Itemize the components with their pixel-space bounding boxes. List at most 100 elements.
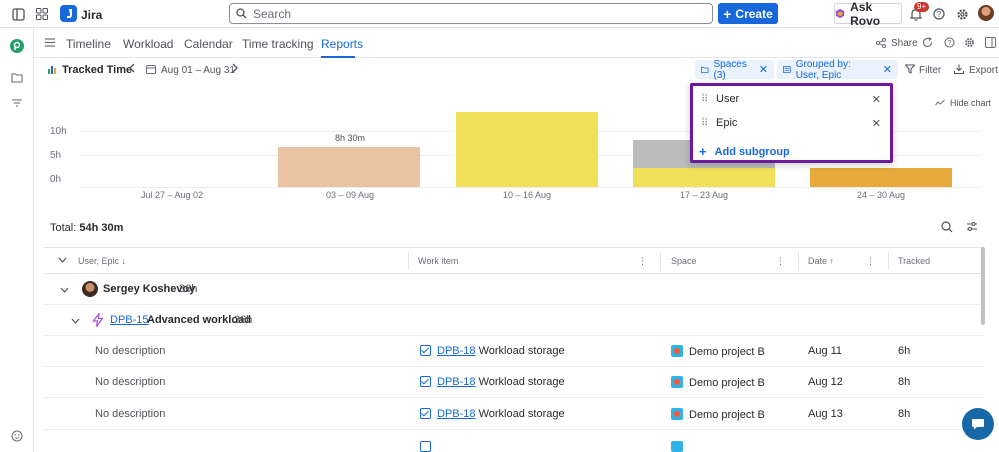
work-item-key[interactable]: DPB-18 (437, 408, 476, 420)
filter-button[interactable]: Filter (919, 65, 941, 76)
gear-icon[interactable] (964, 37, 975, 48)
active-tab-indicator (321, 56, 355, 58)
more-options-icon[interactable]: ⋮ (638, 256, 647, 267)
epic-key-link[interactable]: DPB-15 (110, 314, 149, 326)
work-item-cell: DPB-18 Workload storage (420, 345, 565, 357)
drag-handle-icon[interactable]: ⠿ (701, 94, 716, 105)
bar-data-label: 8h 30m (334, 133, 366, 143)
sidebar-toggle-icon[interactable] (8, 4, 28, 24)
total-value: 54h 30m (79, 222, 124, 234)
date-range[interactable]: Aug 01 – Aug 31 (161, 65, 235, 76)
jira-logo-icon[interactable] (60, 5, 77, 22)
user-group-row[interactable]: Sergey Koshevoy 36h (44, 274, 984, 305)
hide-chart-button[interactable]: Hide chart (950, 98, 991, 108)
work-item-cell: DPB-18 Workload storage (420, 376, 565, 388)
table-row[interactable]: No description DPB-18 Workload storage D… (44, 399, 984, 430)
drag-handle-icon[interactable]: ⠿ (701, 118, 716, 129)
settings-gear-icon[interactable] (952, 4, 972, 24)
chevron-down-icon[interactable] (71, 318, 80, 324)
column-header-date[interactable]: Date ↑ (808, 256, 834, 266)
close-icon[interactable]: ✕ (872, 117, 881, 130)
settings-sliders-icon[interactable] (966, 221, 978, 233)
chevron-down-icon[interactable] (60, 287, 69, 293)
task-checkbox-icon (420, 408, 431, 419)
plus-icon: + (723, 5, 732, 22)
date-cell: Aug 13 (808, 408, 843, 420)
refresh-icon[interactable] (922, 37, 933, 48)
search-input[interactable]: Search (229, 3, 713, 24)
space-name: Demo project B (689, 409, 765, 421)
column-divider[interactable] (660, 252, 661, 270)
app-name[interactable]: Jira (81, 8, 102, 22)
tab-timeline[interactable]: Timeline (66, 37, 111, 51)
menu-hamburger-icon[interactable] (45, 38, 55, 47)
ask-rovo-button[interactable]: Ask Rovo (834, 0, 902, 28)
chart-bar[interactable] (810, 168, 953, 187)
folder-icon[interactable] (11, 72, 23, 83)
plus-icon: + (699, 144, 707, 159)
space-cell: Demo project B (671, 376, 765, 389)
share-button[interactable]: Share (891, 38, 918, 49)
add-subgroup-button[interactable]: + Add subgroup (699, 144, 790, 159)
filter-lines-icon[interactable] (11, 98, 23, 108)
close-icon[interactable]: ✕ (872, 93, 881, 106)
help-circle-icon[interactable]: ? (944, 37, 955, 48)
epic-group-row[interactable]: DPB-15 Advanced workload 36h (44, 305, 984, 336)
search-icon (236, 8, 247, 19)
column-header-group[interactable]: User, Epic ↓ (78, 256, 126, 266)
ask-rovo-label: Ask Rovo (850, 0, 881, 28)
work-item-key[interactable]: DPB-18 (437, 345, 476, 357)
work-item-cell: DPB-18 Workload storage (420, 408, 565, 420)
work-item-key[interactable]: DPB-18 (437, 376, 476, 388)
row-description: No description (95, 408, 166, 420)
feedback-icon[interactable] (11, 430, 23, 442)
column-divider[interactable] (888, 252, 889, 270)
chart-bar[interactable] (455, 112, 598, 187)
user-avatar[interactable] (978, 5, 994, 21)
group-item-user[interactable]: ⠿ User ✕ (701, 89, 881, 109)
app-switcher-icon[interactable] (32, 4, 52, 24)
svg-text:?: ? (937, 10, 942, 19)
column-header-space[interactable]: Space (671, 256, 697, 266)
y-tick-label: 5h (50, 150, 62, 161)
sort-arrow-icon: ↓ (121, 256, 127, 266)
group-item-label: Epic (716, 117, 738, 129)
app-logo-icon[interactable] (10, 39, 24, 53)
prev-period-icon[interactable] (128, 63, 136, 73)
chart-bar[interactable] (632, 168, 775, 187)
more-options-icon[interactable]: ⋮ (866, 256, 875, 267)
search-icon[interactable] (941, 221, 953, 233)
total-label: Total: (50, 222, 77, 234)
column-divider[interactable] (408, 252, 409, 270)
chart-bar[interactable] (278, 147, 421, 187)
add-subgroup-label: Add subgroup (714, 145, 790, 158)
help-icon[interactable]: ? (929, 4, 949, 24)
panel-toggle-icon[interactable] (985, 37, 996, 48)
report-title[interactable]: Tracked Time (62, 64, 132, 76)
collapse-all-icon[interactable] (58, 257, 67, 263)
epic-key[interactable]: DPB-15 (110, 314, 149, 326)
column-divider[interactable] (798, 252, 799, 270)
tab-calendar[interactable]: Calendar (184, 37, 233, 51)
column-header-tracked[interactable]: Tracked (898, 256, 930, 266)
next-period-icon[interactable] (231, 63, 239, 73)
create-button[interactable]: + Create (718, 3, 778, 24)
folder-icon (701, 66, 709, 73)
table-row[interactable]: No description DPB-18 Workload storage D… (44, 367, 984, 398)
chat-button[interactable] (962, 408, 994, 440)
tab-workload[interactable]: Workload (123, 37, 173, 51)
group-item-epic[interactable]: ⠿ Epic ✕ (701, 113, 881, 133)
more-options-icon[interactable]: ⋮ (776, 256, 785, 267)
row-description: No description (95, 376, 166, 388)
grouped-by-chip[interactable]: Grouped by: User, Epic ✕ (777, 59, 898, 81)
column-header-work-item[interactable]: Work item (418, 256, 458, 266)
spaces-chip[interactable]: Spaces (3) ✕ (695, 59, 774, 81)
table-row[interactable]: No description DPB-18 Workload storage D… (44, 336, 984, 367)
close-icon[interactable]: ✕ (883, 63, 892, 76)
x-tick-label: 03 – 09 Aug (325, 190, 375, 200)
tab-reports[interactable]: Reports (321, 37, 363, 51)
tab-time-tracking[interactable]: Time tracking (242, 37, 314, 51)
export-button[interactable]: Export (969, 65, 998, 76)
table-scrollbar[interactable] (981, 247, 985, 325)
close-icon[interactable]: ✕ (759, 63, 768, 76)
